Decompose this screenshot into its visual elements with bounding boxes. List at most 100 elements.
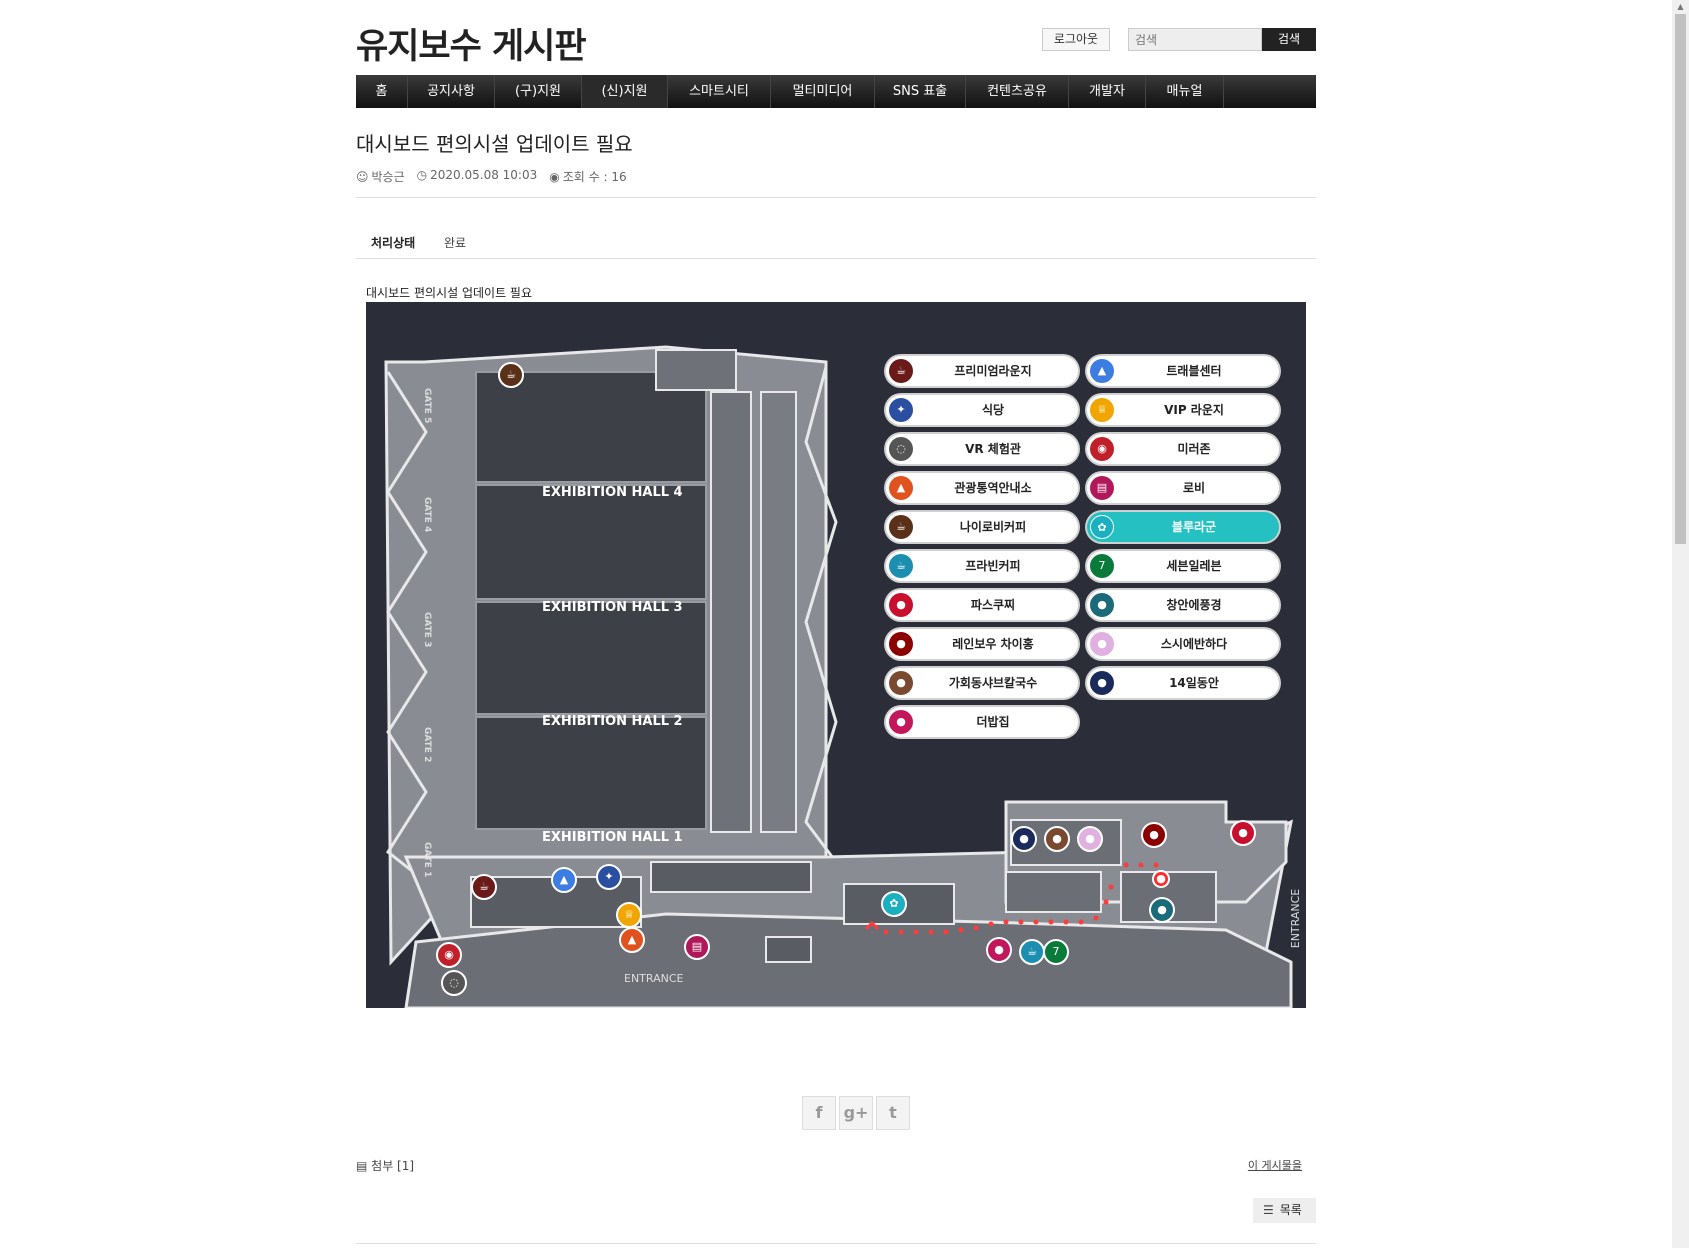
list-icon: ☰: [1263, 1203, 1274, 1217]
coffee-icon: ☕: [889, 359, 913, 383]
legend-item[interactable]: ● 레인보우 차이홍: [886, 629, 1078, 659]
nav-item-notice[interactable]: 공지사항: [408, 75, 495, 108]
google-plus-icon[interactable]: g+: [839, 1096, 873, 1130]
logout-button[interactable]: 로그아웃: [1042, 28, 1110, 51]
legend-item[interactable]: ☕ 나이로비커피: [886, 512, 1078, 542]
nav-item-multimedia[interactable]: 멀티미디어: [771, 75, 875, 108]
nav-item-home[interactable]: 홈: [356, 75, 408, 108]
sushi-icon: ●: [1090, 632, 1114, 656]
legend-item[interactable]: ● 스시에반하다: [1087, 629, 1279, 659]
post-author[interactable]: ☺ 박승근: [356, 168, 405, 185]
tbz-icon[interactable]: ●: [986, 937, 1012, 963]
legend-item[interactable]: ▲ 트래블센터: [1087, 356, 1279, 386]
crown-icon: ♕: [1090, 398, 1114, 422]
seven-eleven-icon[interactable]: 7: [1043, 939, 1069, 965]
bluelagoon-icon: ✿: [1090, 515, 1114, 539]
bell-icon[interactable]: ▲: [551, 867, 577, 893]
scroll-thumb[interactable]: [1675, 14, 1686, 544]
post-datetime: ◷ 2020.05.08 10:03: [417, 168, 538, 185]
legend-item-active[interactable]: ✿ 블루라군: [1087, 512, 1279, 542]
legend-item[interactable]: ● 14일동안: [1087, 668, 1279, 698]
hall-1: [475, 716, 707, 830]
nav-item-developer[interactable]: 개발자: [1069, 75, 1146, 108]
sushi-icon[interactable]: ●: [1077, 826, 1103, 852]
post-body-text: 대시보드 편의시설 업데이트 필요: [366, 286, 533, 300]
gate-1-label: GATE 1: [422, 842, 432, 878]
coffee-icon[interactable]: ☕: [471, 874, 497, 900]
views-text: 조회 수 : 16: [562, 170, 627, 184]
restaurant-icon[interactable]: ✦: [596, 864, 622, 890]
hall-3: [475, 484, 707, 600]
legend-item[interactable]: ✦ 식당: [886, 395, 1078, 425]
legend-item[interactable]: ● 더밥집: [886, 707, 1078, 737]
days-icon[interactable]: ●: [1011, 826, 1037, 852]
entrance-bottom-label: ENTRANCE: [624, 972, 684, 985]
search-button[interactable]: 검색: [1262, 28, 1316, 51]
twitter-icon[interactable]: t: [876, 1096, 910, 1130]
divider: [356, 197, 1316, 198]
camera-icon[interactable]: ◉: [436, 942, 462, 968]
vr-icon[interactable]: ◌: [441, 970, 467, 996]
legend-item[interactable]: ☕ 프라빈커피: [886, 551, 1078, 581]
coffee-icon[interactable]: ☕: [1019, 939, 1045, 965]
search-input[interactable]: [1128, 28, 1262, 51]
page-scrollbar[interactable]: ▲: [1672, 0, 1689, 1248]
gate-4-label: GATE 4: [422, 497, 432, 533]
scenery-icon[interactable]: ●: [1149, 897, 1175, 923]
scenery-icon: ●: [1090, 593, 1114, 617]
status-value: 완료: [444, 236, 467, 250]
floor-map-image: EXHIBITION HALL 4 EXHIBITION HALL 3 EXHI…: [366, 302, 1306, 1008]
noodle-icon[interactable]: ●: [1044, 826, 1070, 852]
entrance-plaza: [404, 912, 1293, 1008]
lobby-icon: ▤: [1090, 476, 1114, 500]
coffee-icon: ☕: [889, 515, 913, 539]
legend-item[interactable]: ▲ 관광통역안내소: [886, 473, 1078, 503]
legend-item[interactable]: ☕ 프리미엄라운지: [886, 356, 1078, 386]
social-share: f g+ t: [802, 1096, 910, 1130]
nav-item-smartcity[interactable]: 스마트시티: [668, 75, 771, 108]
restaurant-icon: ✦: [889, 398, 913, 422]
north-room: [655, 349, 737, 391]
legend-item[interactable]: ● 창안에풍경: [1087, 590, 1279, 620]
lobby-icon[interactable]: ▤: [684, 934, 710, 960]
author-name: 박승근: [371, 170, 405, 184]
nav-item-sns[interactable]: SNS 표출: [875, 75, 966, 108]
days-icon: ●: [1090, 671, 1114, 695]
legend-item[interactable]: ● 가회동샤브칼국수: [886, 668, 1078, 698]
user-icon: ☺: [356, 170, 369, 184]
facebook-icon[interactable]: f: [802, 1096, 836, 1130]
gate-2-label: GATE 2: [422, 727, 432, 763]
legend-item[interactable]: ♕ VIP 라운지: [1087, 395, 1279, 425]
list-button[interactable]: ☰ 목록: [1253, 1198, 1316, 1223]
pascucci-icon[interactable]: ●: [1230, 820, 1256, 846]
attachment-link[interactable]: ▤ 첨부 [1]: [356, 1157, 414, 1174]
legend-item[interactable]: ▤ 로비: [1087, 473, 1279, 503]
info-icon[interactable]: ▲: [619, 927, 645, 953]
site-title[interactable]: 유지보수 게시판: [356, 18, 587, 69]
post-meta: ☺ 박승근 ◷ 2020.05.08 10:03 ◉ 조회 수 : 16: [356, 168, 627, 185]
coffee-icon: ☕: [889, 554, 913, 578]
crown-icon[interactable]: ♕: [616, 902, 642, 928]
camera-icon: ◉: [1090, 437, 1114, 461]
scroll-up-icon[interactable]: ▲: [1672, 0, 1689, 14]
datetime-text: 2020.05.08 10:03: [430, 168, 538, 182]
legend-item[interactable]: ◉ 미러존: [1087, 434, 1279, 464]
legend-item[interactable]: 7 세븐일레븐: [1087, 551, 1279, 581]
nav-item-manual[interactable]: 매뉴얼: [1146, 75, 1224, 108]
east-corridor: [710, 391, 752, 833]
this-posts-link[interactable]: 이 게시물을: [1248, 1157, 1302, 1173]
nav-item-old-support[interactable]: (구)지원: [495, 75, 582, 108]
bell-icon: ▲: [1090, 359, 1114, 383]
attachment-label: 첨부 [1]: [371, 1159, 415, 1173]
main-nav: 홈 공지사항 (구)지원 (신)지원 스마트시티 멀티미디어 SNS 표출 컨텐…: [356, 75, 1316, 108]
nav-item-new-support[interactable]: (신)지원: [582, 75, 668, 108]
rainbow-icon[interactable]: ●: [1141, 822, 1167, 848]
bluelagoon-icon[interactable]: ✿: [881, 891, 907, 917]
attachment-icon: ▤: [356, 1159, 372, 1173]
nav-item-content-share[interactable]: 컨텐츠공유: [966, 75, 1069, 108]
legend-item[interactable]: ● 파스쿠찌: [886, 590, 1078, 620]
legend-item[interactable]: ◌ VR 체험관: [886, 434, 1078, 464]
coffee-icon[interactable]: ☕: [498, 362, 524, 388]
hall-4-label: EXHIBITION HALL 4: [542, 485, 683, 500]
post-views: ◉ 조회 수 : 16: [549, 168, 626, 185]
